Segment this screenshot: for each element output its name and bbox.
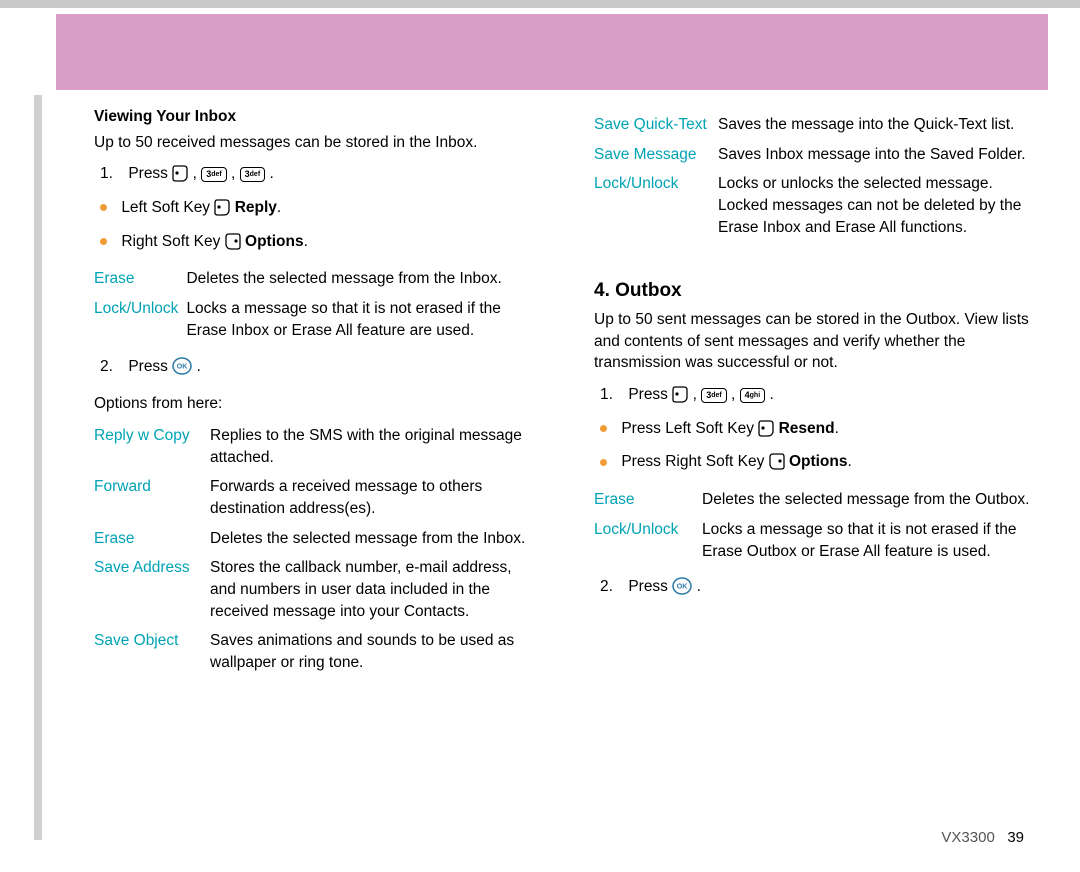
inbox-left-soft-key-line: Left Soft Key Reply. xyxy=(100,197,530,219)
table-row: EraseDeletes the selected message from t… xyxy=(594,485,1030,515)
table-row: Lock/UnlockLocks a message so that it is… xyxy=(594,515,1030,566)
options-label: Options xyxy=(789,453,848,470)
term-desc: Locks or unlocks the selected message. L… xyxy=(718,169,1030,242)
ok-key-icon: OK xyxy=(672,576,692,596)
term-desc: Deletes the selected message from the Ou… xyxy=(702,485,1030,515)
table-row: ForwardForwards a received message to ot… xyxy=(94,472,530,523)
term: Lock/Unlock xyxy=(594,169,718,242)
outbox-step2: 2. Press OK . xyxy=(600,576,1030,598)
step-number: 1. xyxy=(600,384,624,406)
table-row: Lock/Unlock Locks a message so that it i… xyxy=(94,294,502,345)
term: Erase xyxy=(594,485,702,515)
term: Reply w Copy xyxy=(94,421,210,472)
table-row: Erase Deletes the selected message from … xyxy=(94,264,502,294)
page-content: Viewing Your Inbox Up to 50 received mes… xyxy=(94,106,1030,684)
step-number: 2. xyxy=(100,356,124,378)
term-desc: Locks a message so that it is not erased… xyxy=(186,294,501,345)
inbox-right-soft-key-line: Right Soft Key Options. xyxy=(100,231,530,253)
svg-text:OK: OK xyxy=(177,363,188,370)
left-soft-key-icon xyxy=(214,198,230,216)
left-gray-rule xyxy=(34,95,42,840)
page-number: 39 xyxy=(1007,829,1024,846)
header-pink-band xyxy=(56,14,1048,90)
right-column: Save Quick-TextSaves the message into th… xyxy=(594,106,1030,684)
term: Save Object xyxy=(94,626,210,677)
table-row: Save AddressStores the callback number, … xyxy=(94,553,530,626)
outbox-right-soft-key-line: Press Right Soft Key Options. xyxy=(600,451,1030,473)
step-text: Press xyxy=(628,386,672,403)
resend-label: Resend xyxy=(779,420,835,437)
bullet-icon xyxy=(600,459,607,466)
left-soft-key-icon xyxy=(758,419,774,437)
key-3def-icon: 3def xyxy=(201,167,227,182)
term: Erase xyxy=(94,524,210,554)
term-desc: Locks a message so that it is not erased… xyxy=(702,515,1030,566)
outbox-options-table: EraseDeletes the selected message from t… xyxy=(594,485,1030,566)
key-3def-icon: 3def xyxy=(701,388,727,403)
step-text: Press xyxy=(628,578,672,595)
svg-text:OK: OK xyxy=(677,584,688,591)
step-text: Press xyxy=(128,165,172,182)
inbox-step1: 1. Press , 3def , 3def . xyxy=(100,163,530,185)
inbox-intro: Up to 50 received messages can be stored… xyxy=(94,132,530,154)
term: Save Message xyxy=(594,140,718,170)
term-lockunlock: Lock/Unlock xyxy=(94,294,186,345)
inbox-step2: 2. Press OK . xyxy=(100,356,530,378)
right-soft-key-icon xyxy=(225,232,241,250)
inbox-options-continued: Save Quick-TextSaves the message into th… xyxy=(594,110,1030,242)
step-text: Press xyxy=(128,358,172,375)
page-footer: VX3300 39 xyxy=(941,827,1024,848)
term-desc: Replies to the SMS with the original mes… xyxy=(210,421,530,472)
table-row: EraseDeletes the selected message from t… xyxy=(94,524,530,554)
term-erase: Erase xyxy=(94,264,186,294)
step-number: 1. xyxy=(100,163,124,185)
term: Save Address xyxy=(94,553,210,626)
bullet-icon xyxy=(100,204,107,211)
table-row: Save MessageSaves Inbox message into the… xyxy=(594,140,1030,170)
outbox-step1: 1. Press , 3def , 4ghi . xyxy=(600,384,1030,406)
term-desc: Saves animations and sounds to be used a… xyxy=(210,626,530,677)
outbox-left-soft-key-line: Press Left Soft Key Resend. xyxy=(600,418,1030,440)
term: Save Quick-Text xyxy=(594,110,718,140)
bullet-icon xyxy=(100,238,107,245)
bullet-icon xyxy=(600,425,607,432)
outbox-intro: Up to 50 sent messages can be stored in … xyxy=(594,309,1030,374)
model-number: VX3300 xyxy=(941,829,994,846)
left-column: Viewing Your Inbox Up to 50 received mes… xyxy=(94,106,530,684)
options-label: Options xyxy=(245,233,304,250)
inbox-options-table-1: Erase Deletes the selected message from … xyxy=(94,264,502,345)
table-row: Save ObjectSaves animations and sounds t… xyxy=(94,626,530,677)
right-soft-key-icon xyxy=(769,452,785,470)
table-row: Reply w CopyReplies to the SMS with the … xyxy=(94,421,530,472)
term-desc: Deletes the selected message from the In… xyxy=(210,524,530,554)
term-desc: Forwards a received message to others de… xyxy=(210,472,530,523)
left-soft-key-icon xyxy=(672,385,688,403)
term-desc: Saves the message into the Quick-Text li… xyxy=(718,110,1030,140)
top-gray-border xyxy=(0,0,1080,8)
term: Forward xyxy=(94,472,210,523)
step-number: 2. xyxy=(600,576,624,598)
inbox-heading: Viewing Your Inbox xyxy=(94,106,530,128)
key-3def-icon: 3def xyxy=(240,167,266,182)
reply-label: Reply xyxy=(235,199,277,216)
term-desc: Stores the callback number, e-mail addre… xyxy=(210,553,530,626)
term-desc: Saves Inbox message into the Saved Folde… xyxy=(718,140,1030,170)
term-desc: Deletes the selected message from the In… xyxy=(186,264,501,294)
outbox-heading: 4. Outbox xyxy=(594,278,1030,305)
key-4ghi-icon: 4ghi xyxy=(740,388,766,403)
term: Lock/Unlock xyxy=(594,515,702,566)
options-from-here: Options from here: xyxy=(94,393,530,415)
left-soft-key-icon xyxy=(172,164,188,182)
table-row: Lock/UnlockLocks or unlocks the selected… xyxy=(594,169,1030,242)
ok-key-icon: OK xyxy=(172,356,192,376)
inbox-options-table-2: Reply w CopyReplies to the SMS with the … xyxy=(94,421,530,678)
table-row: Save Quick-TextSaves the message into th… xyxy=(594,110,1030,140)
